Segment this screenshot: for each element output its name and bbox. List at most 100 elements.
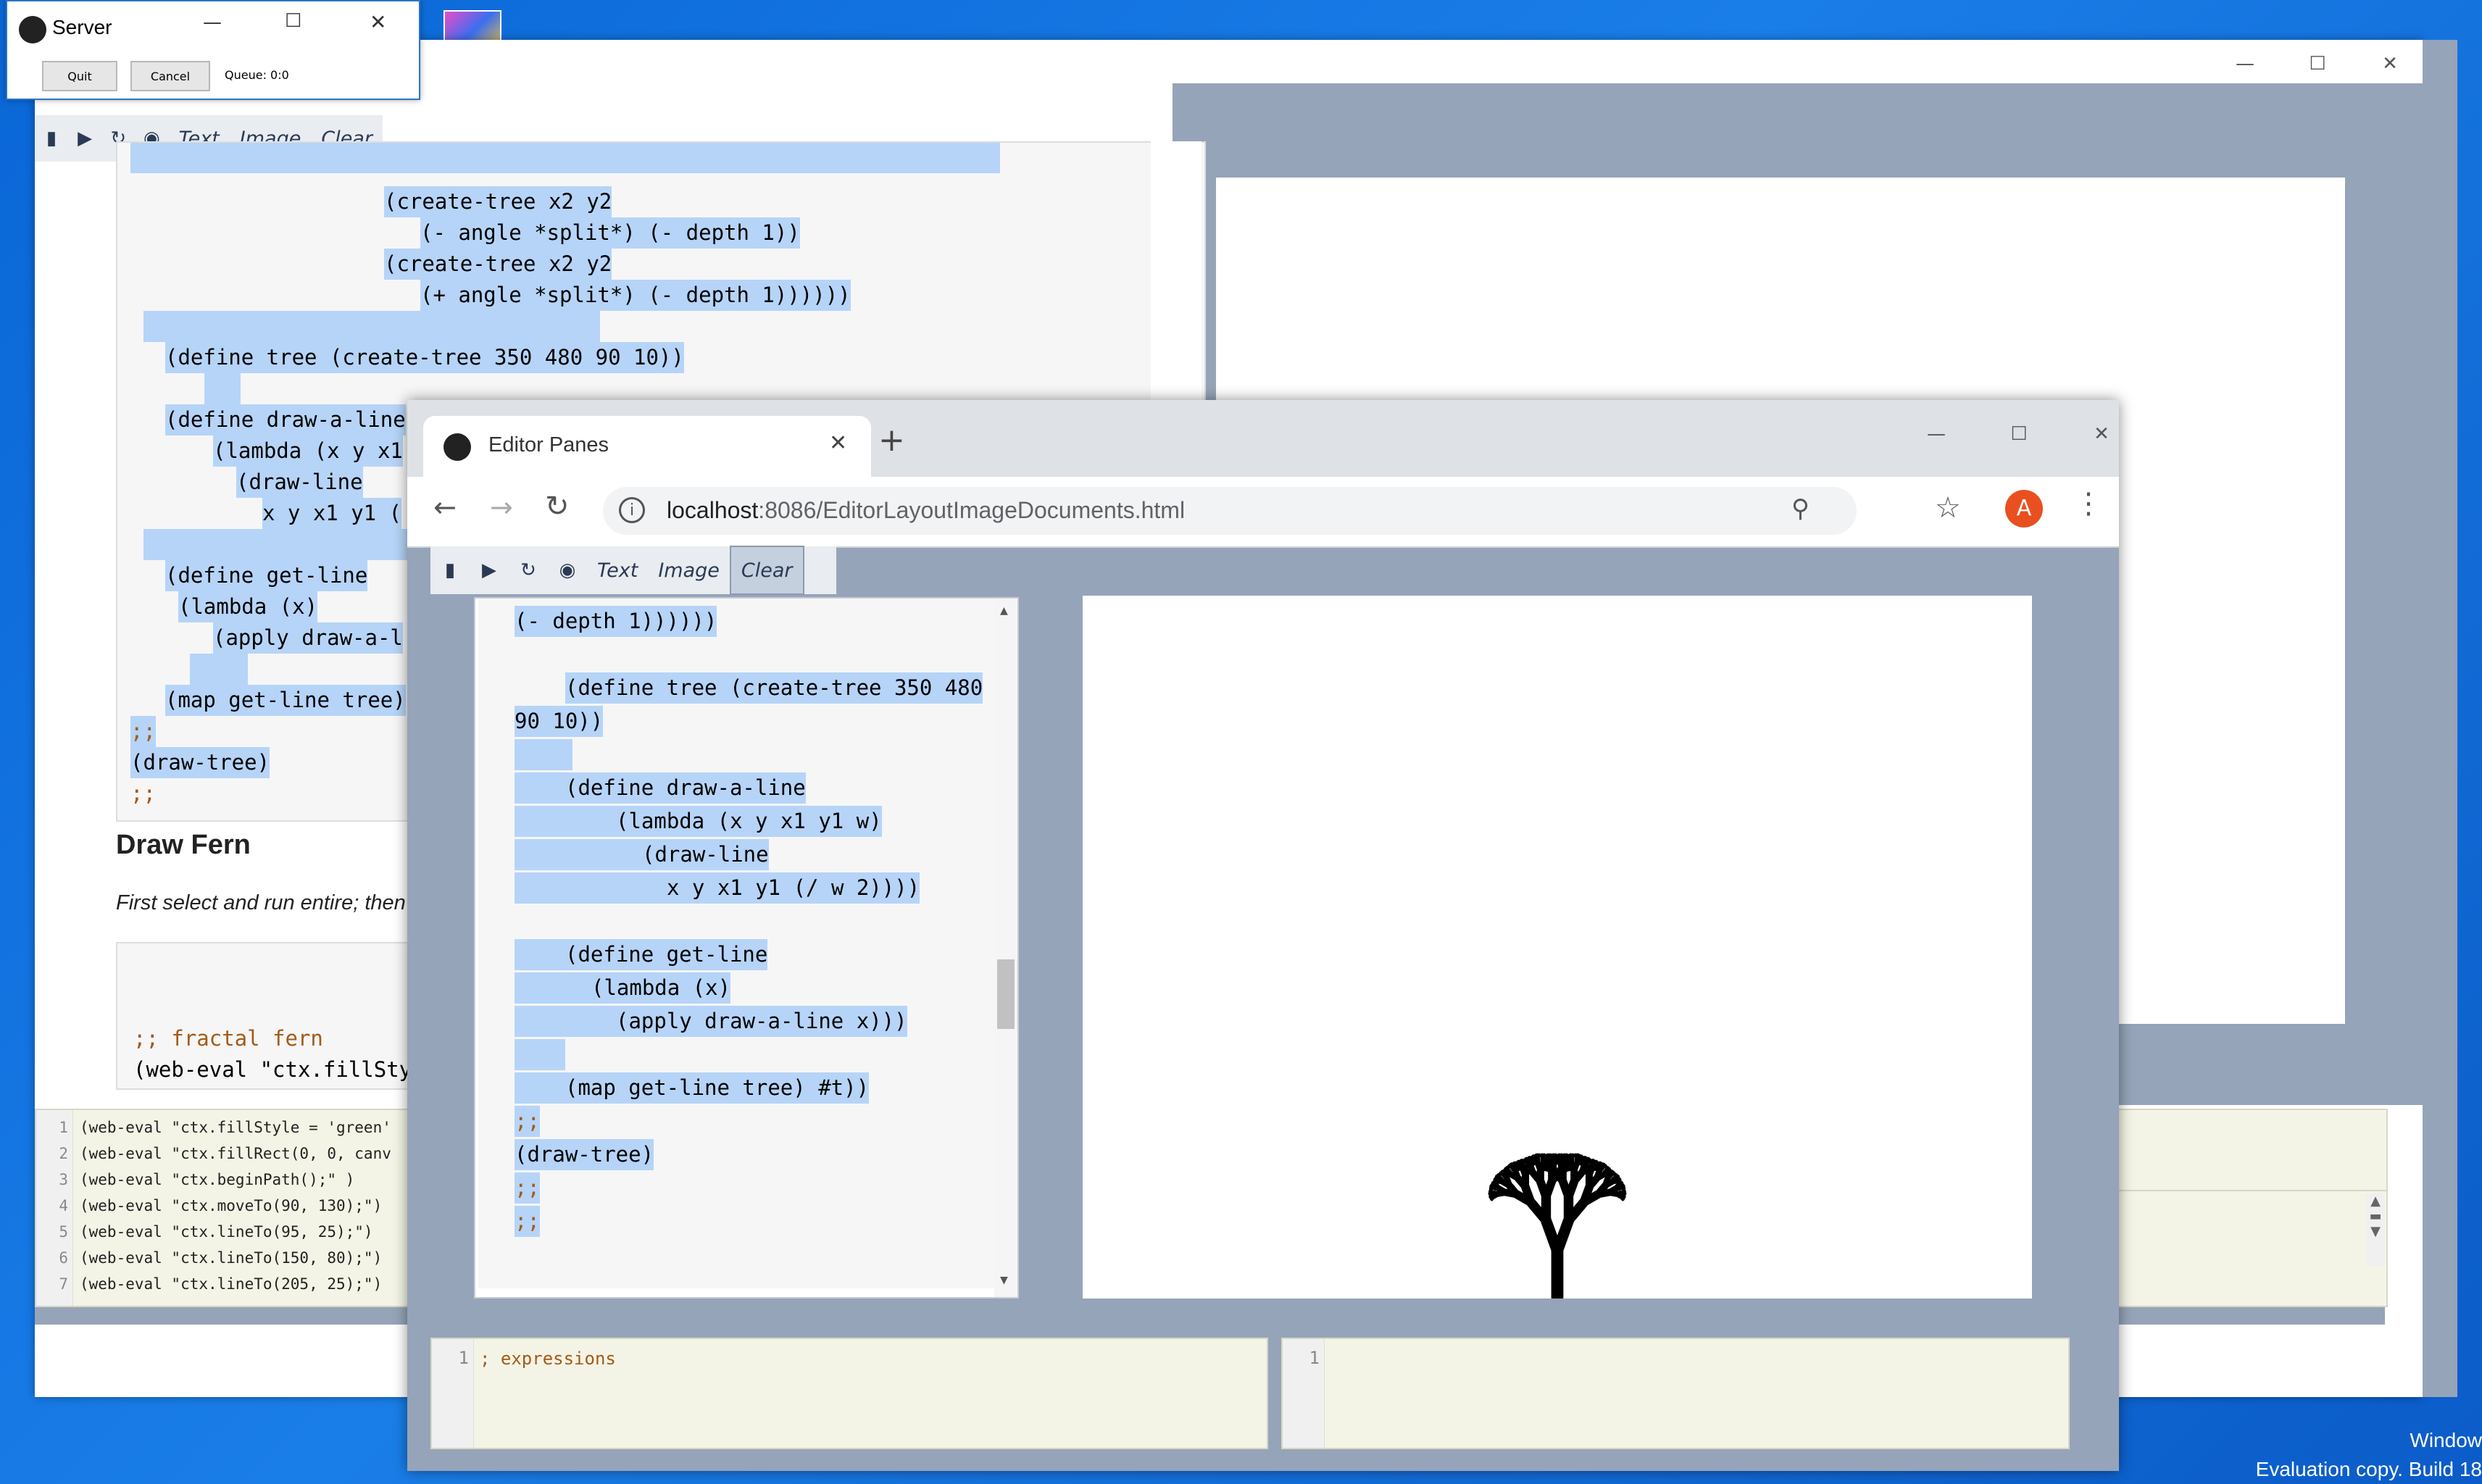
- code-line: (web-eval "ctx.lineTo(95, 25);"): [80, 1223, 373, 1241]
- line-number: 3: [59, 1171, 68, 1188]
- run-icon[interactable]: ▶: [68, 115, 101, 162]
- back-arrow-icon[interactable]: ←: [433, 491, 457, 523]
- back-window-controls: — ☐ ✕: [2209, 40, 2426, 88]
- tab-close-icon[interactable]: ✕: [829, 430, 847, 456]
- bookmark-star-icon[interactable]: ☆: [1935, 491, 1961, 525]
- code-editor[interactable]: (- depth 1)))))) (define tree (create-tr…: [478, 599, 996, 1288]
- code-line: (web-eval "ctx.lineTo(205, 25);"): [80, 1275, 383, 1293]
- forward-arrow-icon[interactable]: →: [490, 491, 513, 523]
- stop-icon[interactable]: ◉: [548, 547, 587, 593]
- book-icon[interactable]: ▮: [430, 547, 470, 593]
- code-line: (- angle *split*) (- depth 1)): [420, 217, 800, 249]
- close-icon[interactable]: ✕: [2354, 40, 2426, 88]
- line-number: 6: [59, 1249, 68, 1267]
- code-line: (map get-line tree): [165, 685, 406, 716]
- image-button[interactable]: Image: [648, 547, 730, 593]
- code-line: ;;: [515, 1172, 540, 1204]
- scroll-down-icon[interactable]: ▼: [1000, 1272, 1008, 1288]
- code-line: (web-eval "ctx.fillRect(0, 0, canv: [80, 1145, 391, 1162]
- section-text: First select and run entire; then: [116, 891, 406, 914]
- code-line: (web-eval "ctx.beginPath();" ): [80, 1171, 355, 1188]
- close-icon[interactable]: ✕: [370, 10, 386, 34]
- close-icon[interactable]: ✕: [2065, 410, 2138, 458]
- code-line: [130, 143, 1000, 173]
- cancel-button[interactable]: Cancel: [130, 61, 210, 91]
- profile-avatar[interactable]: A: [2005, 490, 2043, 528]
- code-line: (lambda (x y x1 y1 w): [515, 806, 882, 837]
- code-line: (define draw-a-line: [515, 772, 806, 804]
- fractal-tree-image: [1488, 1153, 1627, 1304]
- code-line: (define tree (create-tree 350 480: [565, 672, 983, 704]
- minimize-icon[interactable]: —: [1900, 410, 1973, 458]
- line-number: 4: [59, 1197, 68, 1214]
- code-line: (draw-tree): [515, 1139, 654, 1170]
- code-line: (web-eval "ctx.fillStyle = 'green': [80, 1119, 391, 1136]
- refresh-icon[interactable]: ↻: [509, 547, 548, 593]
- line-number: 5: [59, 1223, 68, 1241]
- tab-editor-panes[interactable]: Editor Panes ✕: [423, 416, 871, 477]
- run-icon[interactable]: ▶: [470, 547, 509, 593]
- expressions-text: ; expressions: [480, 1348, 616, 1369]
- code-line: (define get-line: [515, 939, 768, 970]
- info-icon[interactable]: i: [619, 497, 645, 523]
- scroll-up-icon[interactable]: ▲: [1000, 603, 1008, 618]
- front-window-controls: — ☐ ✕: [1900, 410, 2138, 458]
- code-line: (web-eval "ctx.moveTo(90, 130);"): [80, 1197, 383, 1214]
- address-bar[interactable]: i localhost:8086/EditorLayoutImageDocume…: [603, 487, 1857, 535]
- code-line: (draw-tree): [130, 747, 270, 778]
- minimize-icon[interactable]: —: [203, 12, 225, 33]
- results-editor[interactable]: 1: [1281, 1338, 2070, 1449]
- server-dialog: Server — ☐ ✕ Quit Cancel Queue: 0:0: [6, 0, 420, 100]
- line-gutter: 1: [1283, 1339, 1325, 1448]
- code-line: (draw-line: [515, 839, 769, 870]
- code-line: [143, 529, 426, 560]
- code-line: (+ angle *split*) (- depth 1)))))): [420, 280, 851, 311]
- book-icon[interactable]: ▮: [35, 115, 68, 162]
- line-number: 1: [59, 1119, 68, 1136]
- code-line: [515, 739, 572, 770]
- back-result-scrollbar[interactable]: ▲ ▬ ▼: [2366, 1193, 2385, 1266]
- section-title: Draw Fern: [116, 830, 251, 860]
- watermark-line: Evaluation copy. Build 18: [2255, 1458, 2482, 1480]
- reload-icon[interactable]: ↻: [545, 490, 570, 523]
- zoom-out-icon[interactable]: ⚲: [1791, 494, 1810, 523]
- code-line: 90 10)): [515, 706, 604, 737]
- menu-kebab-icon[interactable]: ⋮: [2074, 487, 2103, 520]
- code-line: (define tree (create-tree 350 480 90 10)…: [165, 342, 684, 373]
- code-line: (map get-line tree) #t)): [515, 1072, 870, 1104]
- clear-button[interactable]: Clear: [729, 546, 804, 595]
- code-line: (define get-line: [165, 560, 368, 591]
- line-gutter: 1: [432, 1339, 474, 1448]
- front-code-panel[interactable]: (- depth 1)))))) (define tree (create-tr…: [474, 597, 1019, 1298]
- url-text: localhost:8086/EditorLayoutImageDocument…: [667, 497, 1186, 523]
- code-line: ;;: [515, 1106, 540, 1137]
- minimize-icon[interactable]: —: [2209, 40, 2281, 88]
- back-result-editor[interactable]: ▲ ▬ ▼: [2107, 1109, 2388, 1307]
- code-line: (lambda (x): [515, 972, 731, 1004]
- line-number: 7: [59, 1275, 68, 1293]
- code-scrollbar[interactable]: ▲ ▼: [994, 599, 1017, 1297]
- text-button[interactable]: Text: [587, 547, 648, 593]
- code-line: (- depth 1)))))): [515, 606, 717, 637]
- new-tab-icon[interactable]: +: [878, 422, 905, 459]
- scroll-thumb[interactable]: [997, 959, 1015, 1029]
- maximize-icon[interactable]: ☐: [2281, 40, 2354, 88]
- windows-watermark: Window Evaluation copy. Build 18: [2250, 1426, 2482, 1484]
- maximize-icon[interactable]: ☐: [285, 10, 301, 32]
- expressions-editor[interactable]: 1 ; expressions: [430, 1338, 1268, 1449]
- code-line: (create-tree x2 y2: [384, 186, 612, 217]
- maximize-icon[interactable]: ☐: [1983, 410, 2055, 458]
- code-line: x y x1 y1 (/ w 2)))): [515, 872, 920, 904]
- code-line: (web-eval "ctx.lineTo(150, 80);"): [80, 1249, 383, 1267]
- code-line: (draw-line: [236, 467, 363, 498]
- site-favicon-icon: [443, 433, 471, 461]
- code-line: (lambda (x): [178, 591, 318, 622]
- divider: [2109, 1190, 2386, 1191]
- server-logo-icon: [19, 16, 46, 43]
- code-line: [515, 1039, 565, 1070]
- code-line: x y x1 y1 (: [262, 498, 402, 529]
- front-browser-window: Editor Panes ✕ + — ☐ ✕ ← → ↻ i localhost…: [407, 400, 2119, 1471]
- code-line: (create-tree x2 y2: [384, 249, 612, 280]
- quit-button[interactable]: Quit: [42, 61, 117, 91]
- code-line: (apply draw-a-line x))): [515, 1006, 907, 1037]
